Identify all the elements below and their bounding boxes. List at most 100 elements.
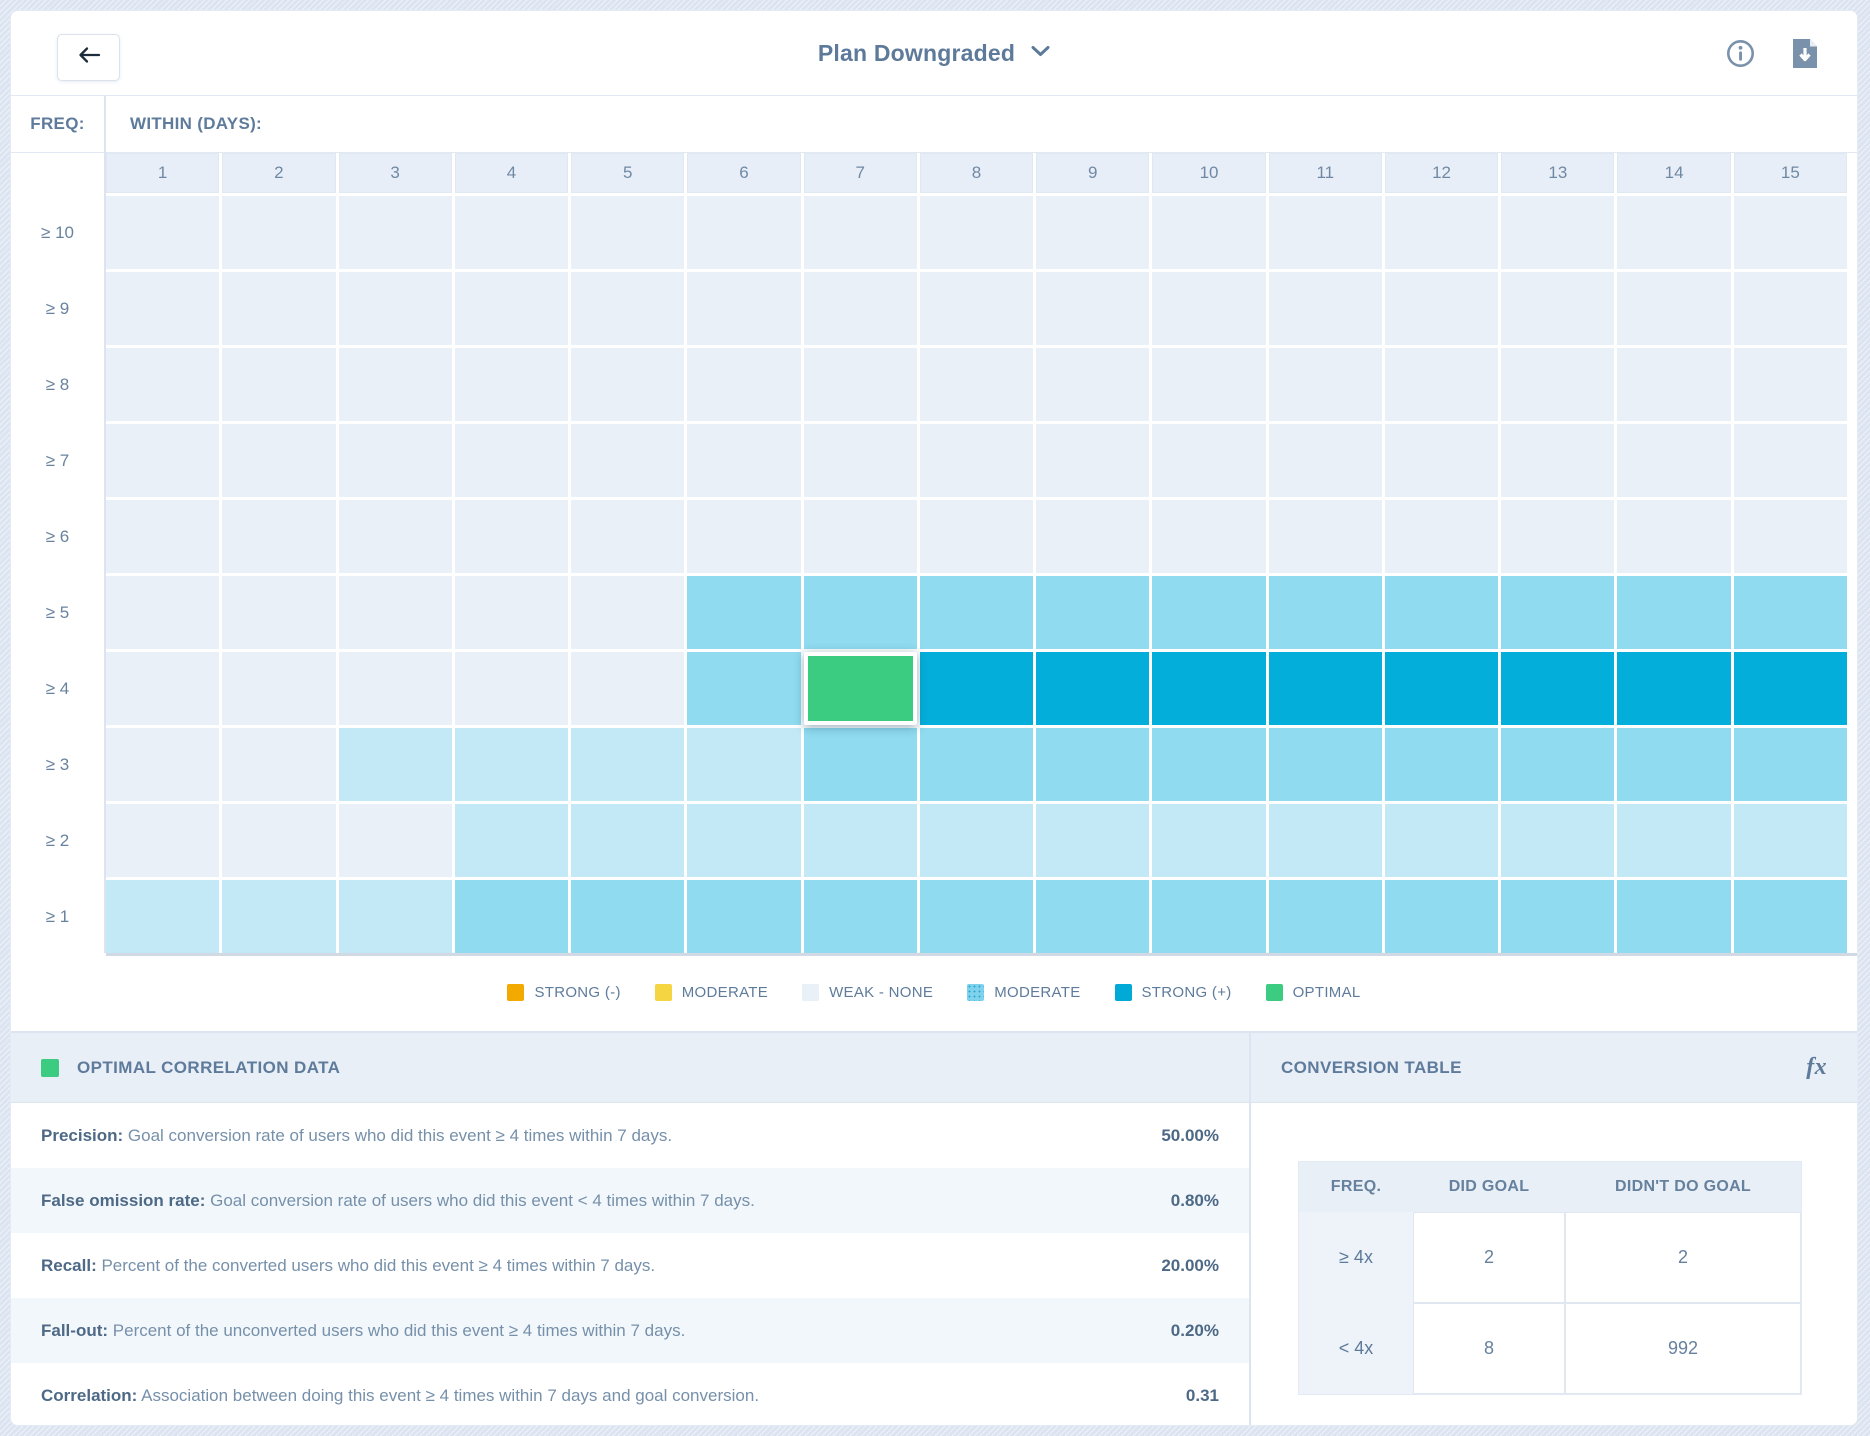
heatmap-cell[interactable] (571, 576, 684, 649)
heatmap-cell[interactable] (1734, 196, 1847, 269)
heatmap-cell[interactable] (1152, 196, 1265, 269)
heatmap-cell[interactable] (222, 576, 335, 649)
heatmap-cell[interactable] (339, 272, 452, 345)
heatmap-cell[interactable] (571, 728, 684, 801)
heatmap-cell[interactable] (455, 804, 568, 877)
heatmap-cell[interactable] (920, 196, 1033, 269)
heatmap-cell[interactable] (106, 348, 219, 421)
heatmap-cell[interactable] (1036, 424, 1149, 497)
heatmap-cell[interactable] (1501, 652, 1614, 725)
heatmap-cell[interactable] (1617, 348, 1730, 421)
heatmap-cell[interactable] (222, 500, 335, 573)
heatmap-cell[interactable] (804, 804, 917, 877)
heatmap-cell[interactable] (1385, 272, 1498, 345)
heatmap-cell[interactable] (1501, 196, 1614, 269)
heatmap-cell[interactable] (804, 576, 917, 649)
heatmap-cell[interactable] (1269, 500, 1382, 573)
heatmap-cell[interactable] (1385, 880, 1498, 953)
heatmap-cell[interactable] (339, 348, 452, 421)
heatmap-cell[interactable] (1501, 804, 1614, 877)
heatmap-cell[interactable] (1385, 424, 1498, 497)
heatmap-cell[interactable] (1501, 576, 1614, 649)
heatmap-cell[interactable] (1152, 880, 1265, 953)
heatmap-cell[interactable] (222, 652, 335, 725)
heatmap-cell[interactable] (1734, 424, 1847, 497)
heatmap-cell[interactable] (106, 196, 219, 269)
heatmap-cell[interactable] (1617, 728, 1730, 801)
heatmap-cell[interactable] (1501, 424, 1614, 497)
heatmap-cell[interactable] (106, 500, 219, 573)
heatmap-cell[interactable] (920, 804, 1033, 877)
heatmap-cell[interactable] (1501, 272, 1614, 345)
heatmap-cell[interactable] (571, 880, 684, 953)
heatmap-cell[interactable] (106, 804, 219, 877)
heatmap-cell[interactable] (1036, 196, 1149, 269)
heatmap-cell[interactable] (687, 424, 800, 497)
heatmap-cell[interactable] (1269, 728, 1382, 801)
back-button[interactable] (57, 34, 120, 81)
heatmap-cell[interactable] (571, 804, 684, 877)
heatmap-cell[interactable] (1036, 652, 1149, 725)
heatmap-cell[interactable] (222, 880, 335, 953)
heatmap-cell[interactable] (804, 880, 917, 953)
heatmap-cell[interactable] (687, 348, 800, 421)
info-icon[interactable] (1726, 39, 1755, 68)
heatmap-cell[interactable] (804, 196, 917, 269)
heatmap-cell[interactable] (339, 804, 452, 877)
heatmap-cell[interactable] (106, 880, 219, 953)
heatmap-cell[interactable] (1617, 880, 1730, 953)
heatmap-cell[interactable] (687, 652, 800, 725)
heatmap-cell[interactable] (455, 576, 568, 649)
heatmap-cell[interactable] (1385, 576, 1498, 649)
heatmap-cell[interactable] (1152, 272, 1265, 345)
heatmap-cell[interactable] (455, 728, 568, 801)
heatmap-cell[interactable] (1269, 424, 1382, 497)
heatmap-cell[interactable] (804, 348, 917, 421)
heatmap-cell[interactable] (1269, 804, 1382, 877)
heatmap-cell[interactable] (222, 196, 335, 269)
heatmap-cell[interactable] (106, 728, 219, 801)
optimal-cell[interactable] (804, 652, 917, 725)
heatmap-cell[interactable] (339, 196, 452, 269)
heatmap-cell[interactable] (106, 424, 219, 497)
heatmap-cell[interactable] (339, 500, 452, 573)
heatmap-cell[interactable] (1734, 804, 1847, 877)
heatmap-cell[interactable] (1036, 272, 1149, 345)
heatmap-cell[interactable] (339, 652, 452, 725)
heatmap-cell[interactable] (1734, 652, 1847, 725)
heatmap-cell[interactable] (455, 272, 568, 345)
heatmap-cell[interactable] (920, 576, 1033, 649)
heatmap-cell[interactable] (1617, 652, 1730, 725)
heatmap-cell[interactable] (1269, 652, 1382, 725)
heatmap-cell[interactable] (920, 652, 1033, 725)
heatmap-cell[interactable] (687, 728, 800, 801)
heatmap-cell[interactable] (920, 880, 1033, 953)
heatmap-cell[interactable] (1617, 804, 1730, 877)
event-title-dropdown[interactable]: Plan Downgraded (818, 40, 1050, 67)
heatmap-cell[interactable] (804, 500, 917, 573)
heatmap-cell[interactable] (1036, 576, 1149, 649)
heatmap-cell[interactable] (1385, 196, 1498, 269)
heatmap-cell[interactable] (1501, 348, 1614, 421)
heatmap-cell[interactable] (804, 424, 917, 497)
heatmap-cell[interactable] (687, 272, 800, 345)
heatmap-cell[interactable] (1036, 880, 1149, 953)
heatmap-cell[interactable] (920, 728, 1033, 801)
heatmap-cell[interactable] (455, 348, 568, 421)
heatmap-cell[interactable] (1152, 424, 1265, 497)
heatmap-cell[interactable] (1269, 880, 1382, 953)
heatmap-cell[interactable] (687, 500, 800, 573)
heatmap-cell[interactable] (1734, 348, 1847, 421)
heatmap-cell[interactable] (1269, 196, 1382, 269)
heatmap-cell[interactable] (1269, 272, 1382, 345)
heatmap-cell[interactable] (571, 424, 684, 497)
heatmap-cell[interactable] (1385, 728, 1498, 801)
heatmap-cell[interactable] (222, 348, 335, 421)
heatmap-cell[interactable] (1036, 728, 1149, 801)
heatmap-cell[interactable] (1617, 196, 1730, 269)
heatmap-cell[interactable] (571, 500, 684, 573)
heatmap-cell[interactable] (1385, 804, 1498, 877)
heatmap-cell[interactable] (455, 652, 568, 725)
heatmap-cell[interactable] (339, 576, 452, 649)
heatmap-cell[interactable] (1152, 348, 1265, 421)
